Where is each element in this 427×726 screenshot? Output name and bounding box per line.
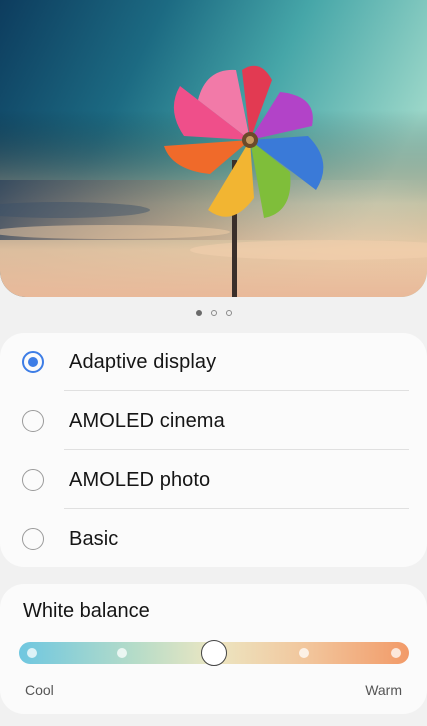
divider <box>64 390 409 391</box>
mode-option-label: AMOLED photo <box>69 468 211 491</box>
preview-image[interactable] <box>0 0 427 297</box>
white-balance-card: White balance Cool Warm <box>0 584 427 714</box>
pinwheel-photo <box>0 0 427 297</box>
divider <box>64 449 409 450</box>
radio-unchecked-icon[interactable] <box>22 469 44 491</box>
slider-step-tick <box>117 648 127 658</box>
white-balance-title: White balance <box>23 600 150 622</box>
page-indicator[interactable] <box>0 308 427 318</box>
radio-unchecked-icon[interactable] <box>22 528 44 550</box>
slider-step-tick <box>27 648 37 658</box>
white-balance-cool-label: Cool <box>25 682 54 698</box>
mode-option-label: Basic <box>69 527 119 550</box>
radio-unchecked-icon[interactable] <box>22 410 44 432</box>
radio-checked-icon[interactable] <box>22 351 44 373</box>
slider-step-tick <box>391 648 401 658</box>
page-dot-3[interactable] <box>225 310 232 316</box>
page-dot-2[interactable] <box>210 310 217 316</box>
mode-option-amoled-photo[interactable]: AMOLED photo <box>0 451 427 509</box>
white-balance-warm-label: Warm <box>365 682 402 698</box>
mode-option-basic[interactable]: Basic <box>0 510 427 568</box>
white-balance-slider[interactable] <box>19 640 409 666</box>
slider-step-tick <box>299 648 309 658</box>
page-dot-1[interactable] <box>195 310 202 316</box>
screen-mode-card: Adaptive display AMOLED cinema AMOLED ph… <box>0 333 427 567</box>
slider-thumb[interactable] <box>201 640 227 666</box>
mode-option-label: Adaptive display <box>69 350 217 373</box>
divider <box>64 508 409 509</box>
mode-option-label: AMOLED cinema <box>69 409 225 432</box>
mode-option-amoled-cinema[interactable]: AMOLED cinema <box>0 392 427 450</box>
mode-option-adaptive-display[interactable]: Adaptive display <box>0 333 427 391</box>
